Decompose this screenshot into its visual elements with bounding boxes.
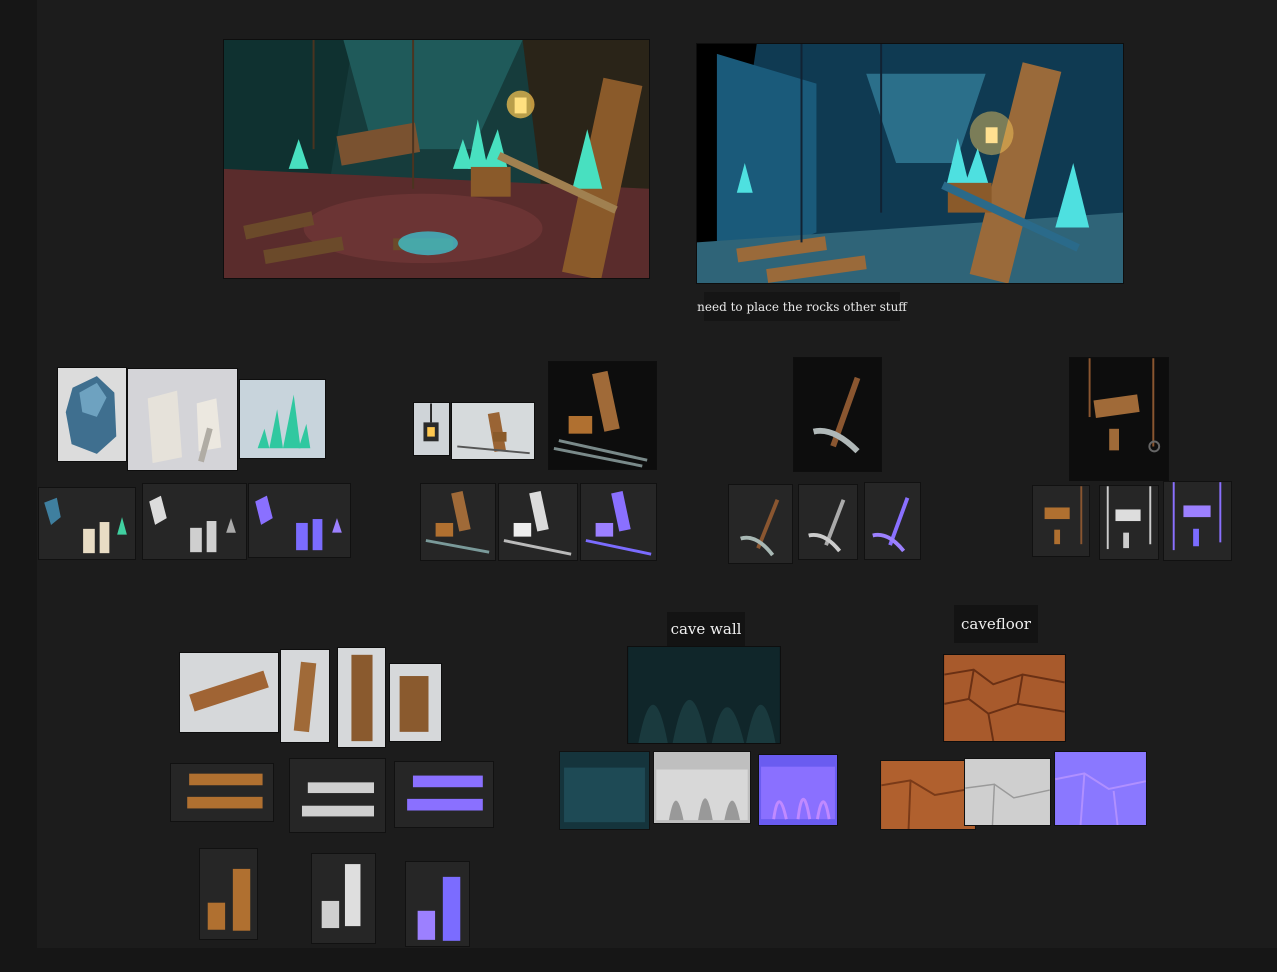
cave-floor-basecolor-tile[interactable] (880, 760, 976, 830)
wood-board-preview[interactable] (280, 649, 330, 743)
cart-basecolor-tile[interactable] (420, 483, 496, 561)
lantern-asset-preview[interactable] (413, 402, 450, 456)
planks-basecolor-tile[interactable] (170, 763, 274, 822)
rock-basecolor-tile[interactable] (38, 487, 136, 560)
posts-basecolor-tile[interactable] (199, 848, 258, 940)
planks-normal-tile[interactable] (394, 761, 494, 828)
pickaxe-normal-tile[interactable] (864, 482, 921, 560)
stone-pillars-preview[interactable] (127, 368, 238, 471)
render-scene-image[interactable] (696, 43, 1124, 284)
platform-basecolor-tile[interactable] (1032, 485, 1090, 557)
pickaxe-render[interactable] (793, 357, 882, 472)
cave-floor-preview[interactable] (943, 654, 1066, 742)
concept-art-image[interactable] (223, 39, 650, 279)
crystal-asset-preview[interactable] (239, 379, 326, 459)
cart-roughness-tile[interactable] (498, 483, 578, 561)
cart-normal-tile[interactable] (580, 483, 657, 561)
platform-normal-tile[interactable] (1163, 481, 1232, 561)
pickaxe-roughness-tile[interactable] (798, 484, 858, 560)
wood-post-preview[interactable] (337, 647, 386, 748)
cave-wall-label[interactable]: cave wall (667, 612, 745, 646)
rock-asset-preview[interactable] (57, 367, 127, 462)
wood-block-preview[interactable] (389, 663, 442, 742)
hanging-platform-render[interactable] (1069, 357, 1169, 481)
cave-floor-roughness-tile[interactable] (964, 758, 1051, 826)
rails-asset-preview[interactable] (451, 402, 535, 460)
rock-normal-tile[interactable] (248, 483, 351, 558)
cave-wall-preview[interactable] (627, 646, 781, 744)
posts-roughness-tile[interactable] (311, 853, 376, 944)
rock-roughness-tile[interactable] (142, 483, 247, 560)
posts-normal-tile[interactable] (405, 861, 470, 947)
pickaxe-basecolor-tile[interactable] (728, 484, 793, 564)
wood-plank-preview[interactable] (179, 652, 279, 733)
cave-floor-label[interactable]: cavefloor (954, 605, 1038, 643)
mine-cart-render[interactable] (548, 361, 657, 470)
cave-wall-basecolor-tile[interactable] (559, 751, 650, 830)
planks-roughness-tile[interactable] (289, 758, 386, 833)
cave-wall-normal-tile[interactable] (758, 754, 838, 826)
todo-note[interactable]: need to place the rocks other stuff (697, 292, 907, 321)
cave-wall-roughness-tile[interactable] (653, 751, 751, 824)
cave-floor-normal-tile[interactable] (1054, 751, 1147, 826)
platform-roughness-tile[interactable] (1099, 485, 1159, 560)
